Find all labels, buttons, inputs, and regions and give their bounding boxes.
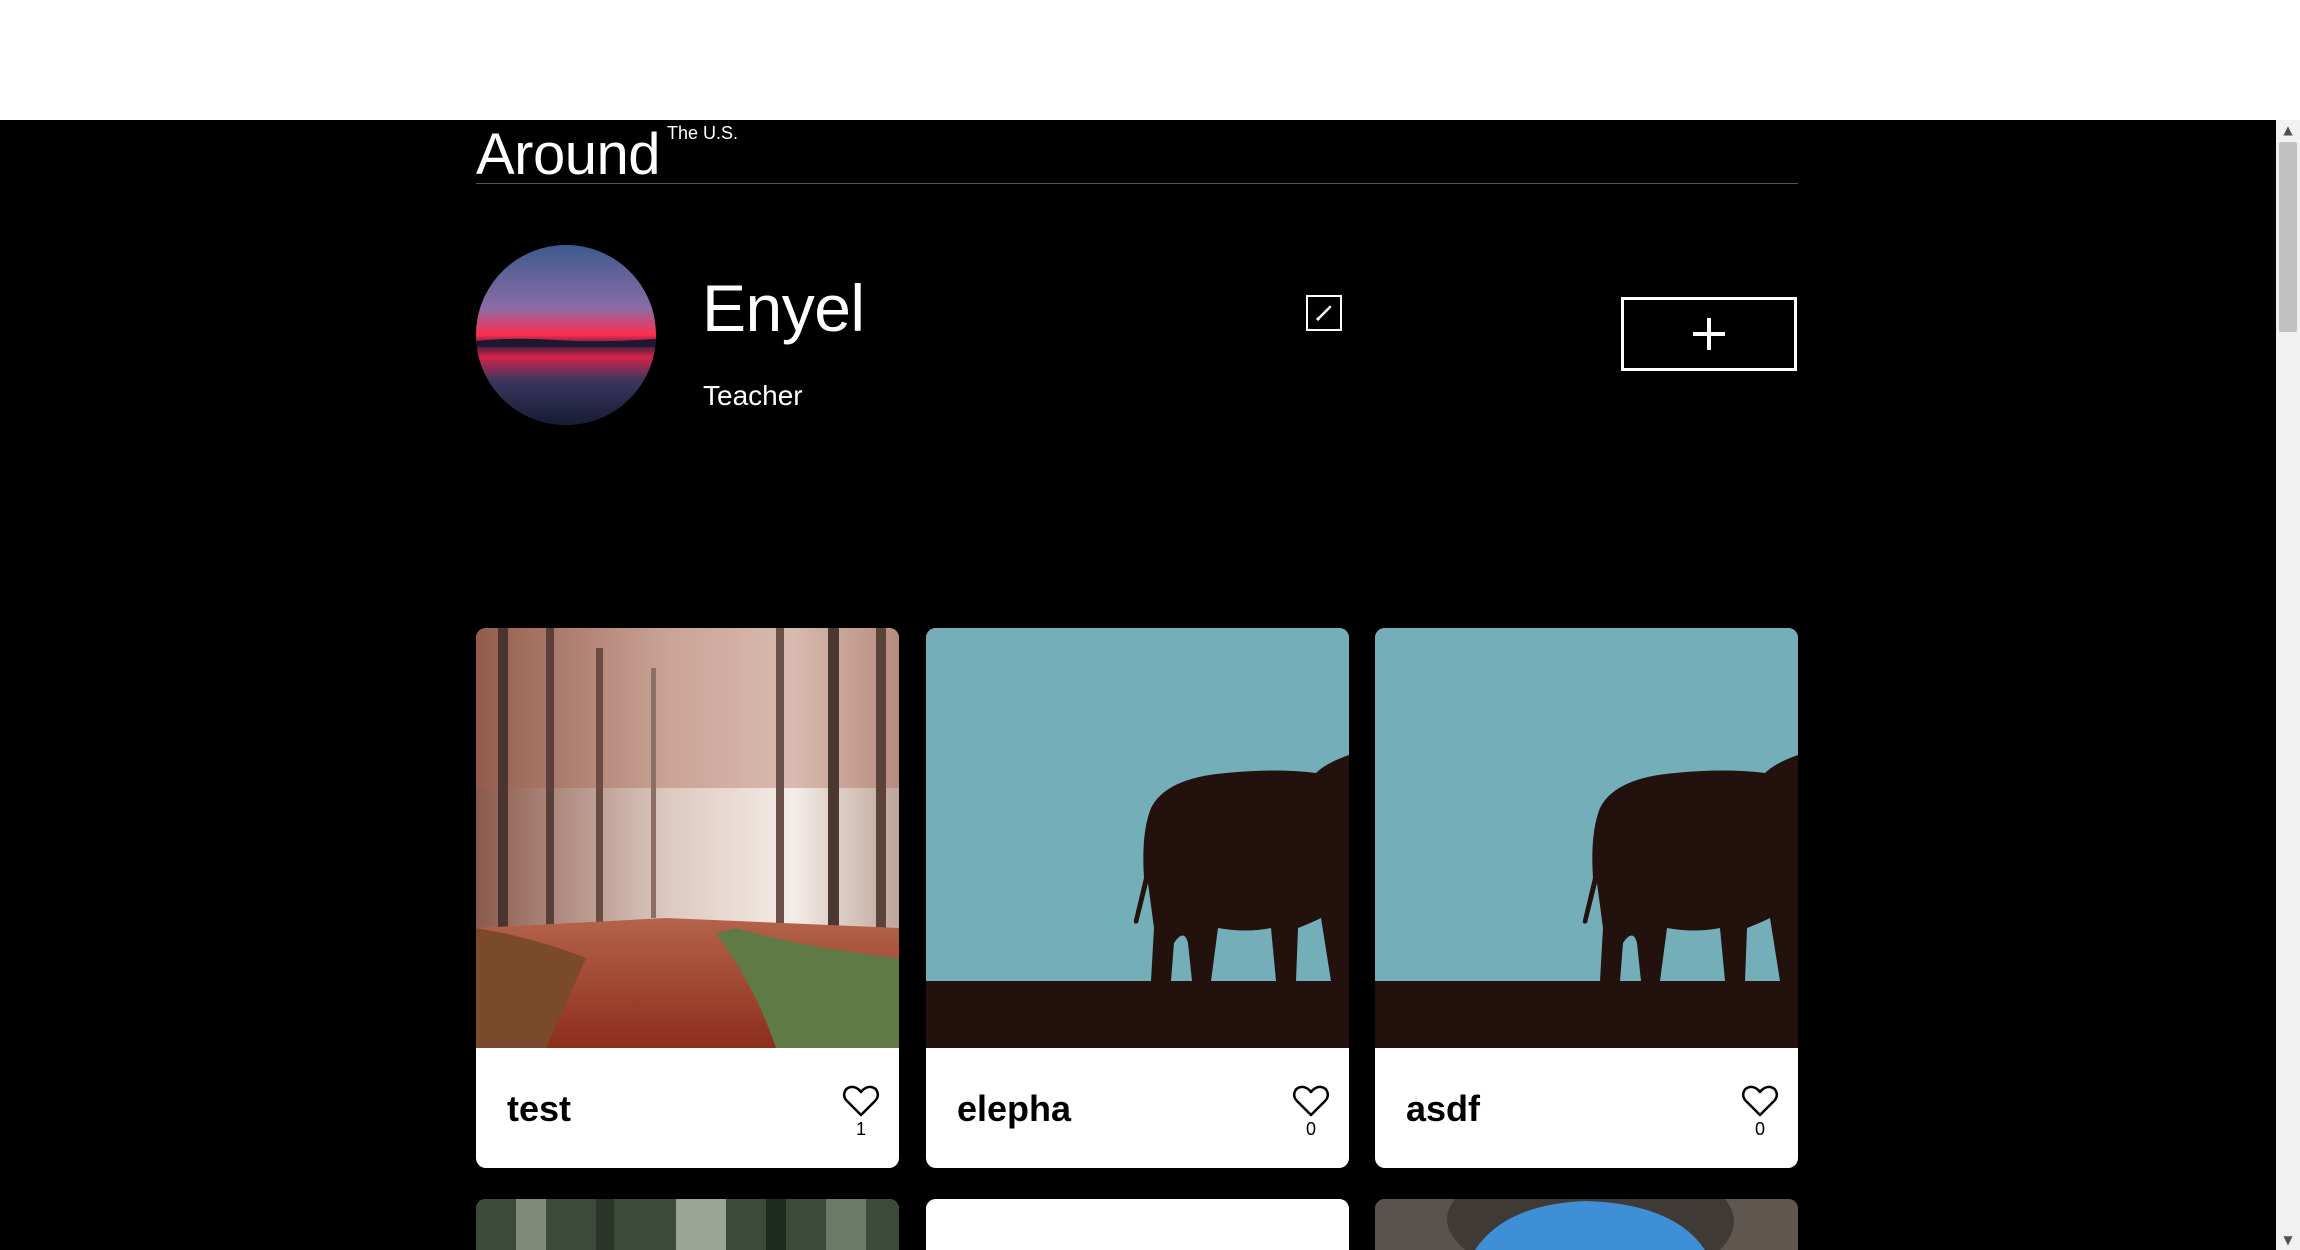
card-title: elepha [957,1088,1072,1129]
card-title: asdf [1406,1088,1481,1129]
card-image-elephant[interactable] [1375,628,1798,1048]
card-image-cave[interactable] [1375,1199,1798,1250]
logo-text: Around [476,122,661,187]
add-place-button[interactable] [1621,297,1797,371]
place-card: asdf 0 [1375,628,1798,1168]
scroll-thumb[interactable] [2279,142,2297,332]
place-card [926,1199,1349,1250]
card-title: test [507,1088,572,1129]
heart-icon [1291,1083,1331,1119]
profile-name: Enyel [702,271,865,345]
like-button[interactable] [1740,1083,1780,1119]
place-card: test 1 [476,628,899,1168]
like-button[interactable] [1291,1083,1331,1119]
vertical-scrollbar[interactable]: ▲ ▼ [2276,120,2300,1250]
place-card: elepha 0 [926,628,1349,1168]
scroll-down-arrow-icon[interactable]: ▼ [2276,1230,2300,1250]
plus-icon [1624,300,1794,368]
place-card [476,1199,899,1250]
place-card [1375,1199,1798,1250]
like-count: 0 [1754,1119,1765,1139]
heart-icon [1740,1083,1780,1119]
avatar[interactable] [476,245,656,425]
like-count: 0 [1305,1119,1316,1139]
scroll-up-arrow-icon[interactable]: ▲ [2276,120,2300,140]
card-image-elephant[interactable] [926,628,1349,1048]
card-image-forest[interactable] [476,628,899,1048]
like-count: 1 [855,1119,866,1139]
like-button[interactable] [841,1083,881,1119]
pencil-icon [1308,297,1340,329]
site-header: Around The U.S. [476,60,1798,187]
profile-job: Teacher [703,380,803,411]
edit-profile-button[interactable] [1306,295,1342,331]
logo-superscript: The U.S. [667,123,739,143]
heart-icon [841,1083,881,1119]
card-image-pine-forest[interactable] [476,1199,899,1250]
card-image-blank[interactable] [926,1199,1349,1250]
